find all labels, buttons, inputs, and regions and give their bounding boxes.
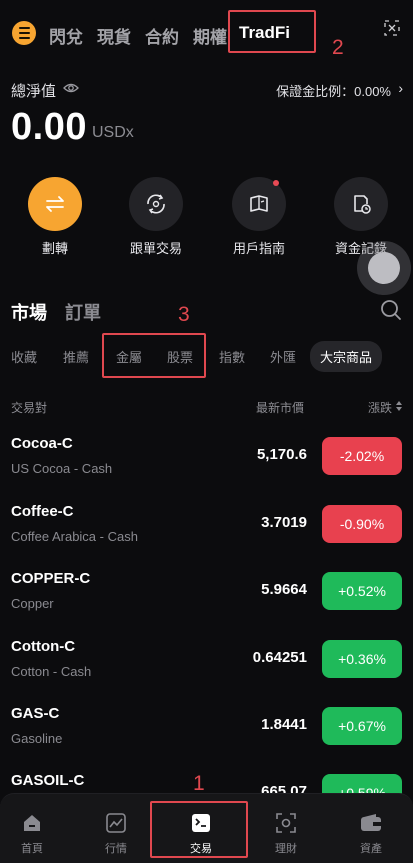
annotation-number-3: 3 [178,303,190,326]
nav-finance[interactable]: 理財 [256,810,316,856]
annotation-box-tradfi [228,10,316,53]
table-row[interactable]: GAS-C Gasoline 1.8441 +0.67% [0,705,413,773]
symbol: Cotton-C [11,638,76,655]
copy-trade-label: 跟單交易 [129,241,182,256]
instrument-name: US Cocoa - Cash [11,461,113,476]
symbol: Cocoa-C [11,435,73,452]
eye-icon[interactable] [63,82,79,94]
chip-favorites[interactable]: 收藏 [11,347,37,366]
change-badge: +0.52% [322,572,402,610]
sort-icon[interactable] [395,400,403,412]
nav-finance-label: 理財 [275,843,297,855]
last-price: 5.9664 [261,581,307,598]
home-icon [24,815,40,831]
floating-assistant-button[interactable] [357,241,411,295]
table-row[interactable]: Coffee-C Coffee Arabica - Cash 3.7019 -0… [0,503,413,571]
net-value-label: 總淨值 [11,83,57,100]
user-guide-button[interactable]: 用戶指南 [216,177,302,257]
notification-dot [273,180,279,186]
change-badge: -2.02% [322,437,402,475]
tab-futures[interactable]: 合約 [145,23,179,48]
nav-markets[interactable]: 行情 [86,810,146,856]
header-pair: 交易對 [11,401,48,415]
copy-trade-icon [147,194,165,214]
table-row[interactable]: Cotton-C Cotton - Cash 0.64251 +0.36% [0,638,413,706]
nav-assets-label: 資產 [360,843,382,855]
symbol: GASOIL-C [11,772,85,789]
instrument-name: Cotton - Cash [11,664,92,679]
fullscreen-icon[interactable] [383,19,401,37]
symbol: COPPER-C [11,570,91,587]
user-guide-label: 用戶指南 [232,241,285,256]
transfer-icon [46,196,64,212]
chip-commodities[interactable]: 大宗商品 [310,341,383,372]
last-price: 1.8441 [261,716,307,733]
symbol: Coffee-C [11,503,74,520]
tab-options[interactable]: 期權 [193,23,227,48]
header-change[interactable]: 漲跌 [368,399,392,416]
tab-market[interactable]: 市場 [11,299,47,325]
guide-icon [250,195,268,212]
table-row[interactable]: Cocoa-C US Cocoa - Cash 5,170.6 -2.02% [0,435,413,503]
last-price: 5,170.6 [256,446,307,463]
nav-markets-label: 行情 [105,843,127,855]
chevron-right-icon[interactable]: › [398,80,403,96]
chip-indices[interactable]: 指數 [219,347,245,366]
menu-icon[interactable] [12,21,36,45]
chart-icon [106,813,126,833]
instrument-name: Coffee Arabica - Cash [11,529,138,544]
annotation-box-metals-stocks [102,333,206,378]
change-badge: +0.36% [322,640,402,678]
chip-recommended[interactable]: 推薦 [63,347,89,366]
annotation-box-trade [150,801,248,858]
copy-trade-button[interactable]: 跟單交易 [113,177,199,257]
tab-orders[interactable]: 訂單 [65,299,101,325]
change-badge: -0.90% [322,505,402,543]
fund-record-icon [354,195,371,214]
tab-spot[interactable]: 現貨 [97,23,131,48]
symbol: GAS-C [11,705,60,722]
header-last-price: 最新市價 [256,401,305,415]
nav-home-label: 首頁 [21,843,43,855]
margin-ratio[interactable]: 保證金比例：0.00% [276,81,391,100]
annotation-number-2: 2 [332,36,344,59]
last-price: 3.7019 [261,514,307,531]
wallet-icon [361,814,381,831]
net-value: 0.00 [11,106,87,148]
table-row[interactable]: COPPER-C Copper 5.9664 +0.52% [0,570,413,638]
instrument-name: Copper [11,596,54,611]
net-value-unit: USDx [92,124,134,141]
top-nav: 閃兌 現貨 合約 期權 TradFi [0,0,413,64]
tab-flash-swap[interactable]: 閃兌 [49,23,83,48]
chip-forex[interactable]: 外匯 [270,347,296,366]
nav-home[interactable]: 首頁 [2,810,62,856]
change-badge: +0.67% [322,707,402,745]
transfer-label: 劃轉 [41,241,68,256]
nav-assets[interactable]: 資產 [341,810,401,856]
finance-icon [276,813,296,833]
search-icon[interactable] [380,299,402,321]
transfer-button[interactable]: 劃轉 [12,177,98,257]
instrument-name: Gasoline [11,731,63,746]
last-price: 0.64251 [252,649,307,666]
